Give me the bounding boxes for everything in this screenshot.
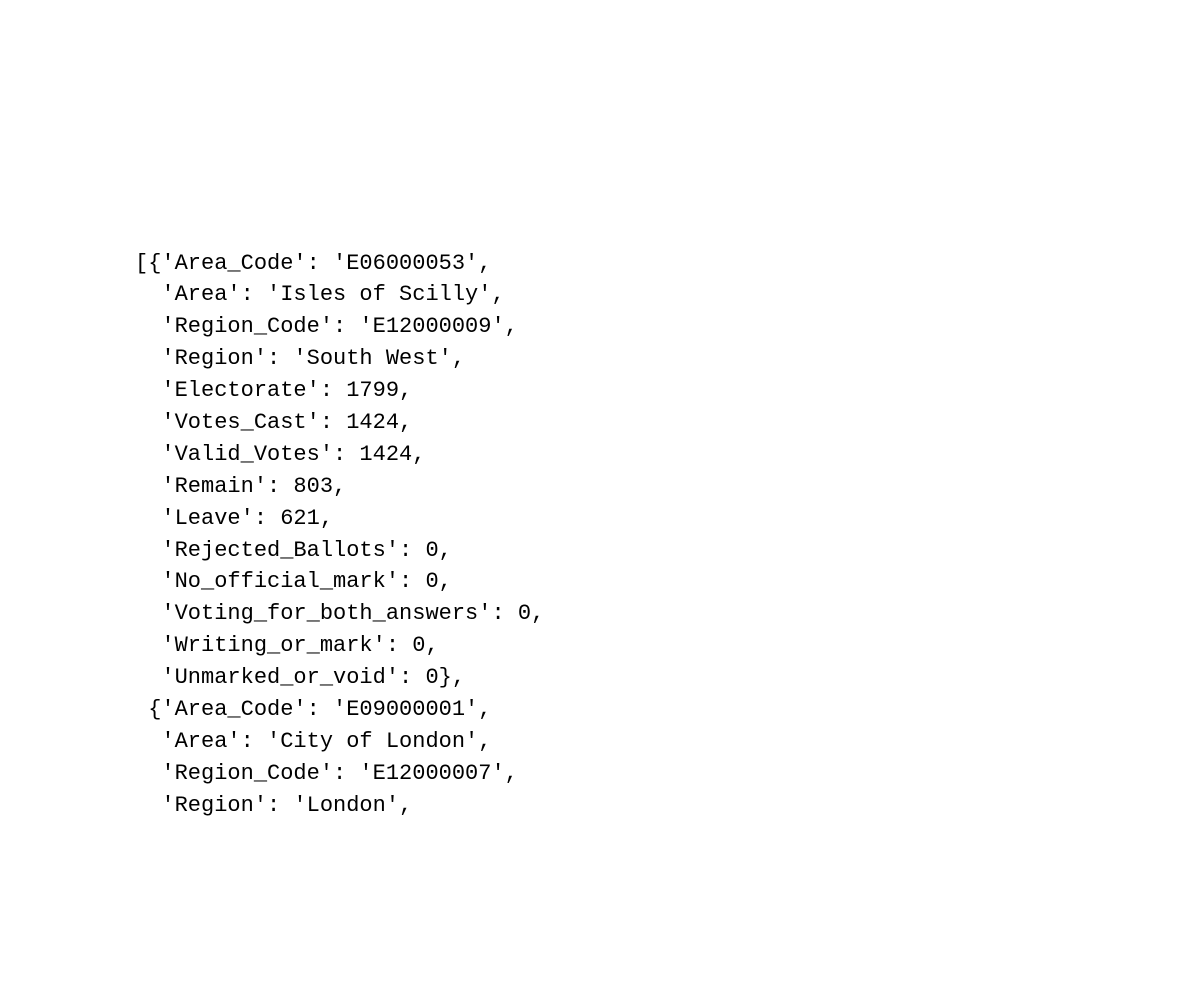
code-line: {'Area_Code': 'E09000001', bbox=[135, 697, 491, 722]
code-line: 'Votes_Cast': 1424, bbox=[135, 410, 412, 435]
code-line: 'Region_Code': 'E12000007', bbox=[135, 761, 518, 786]
code-line: 'No_official_mark': 0, bbox=[135, 569, 452, 594]
code-line: [{'Area_Code': 'E06000053', bbox=[135, 251, 491, 276]
code-line: 'Region_Code': 'E12000009', bbox=[135, 314, 518, 339]
code-line: 'Remain': 803, bbox=[135, 474, 346, 499]
code-line: 'Electorate': 1799, bbox=[135, 378, 412, 403]
code-line: 'Area': 'Isles of Scilly', bbox=[135, 282, 505, 307]
code-line: 'Region': 'South West', bbox=[135, 346, 465, 371]
code-line: 'Writing_or_mark': 0, bbox=[135, 633, 439, 658]
code-line: 'Rejected_Ballots': 0, bbox=[135, 538, 452, 563]
code-output: [{'Area_Code': 'E06000053', 'Area': 'Isl… bbox=[135, 248, 1200, 822]
code-line: 'Valid_Votes': 1424, bbox=[135, 442, 425, 467]
code-line: 'Region': 'London', bbox=[135, 793, 412, 818]
code-line: 'Area': 'City of London', bbox=[135, 729, 491, 754]
code-line: 'Voting_for_both_answers': 0, bbox=[135, 601, 544, 626]
code-line: 'Unmarked_or_void': 0}, bbox=[135, 665, 465, 690]
code-line: 'Leave': 621, bbox=[135, 506, 333, 531]
